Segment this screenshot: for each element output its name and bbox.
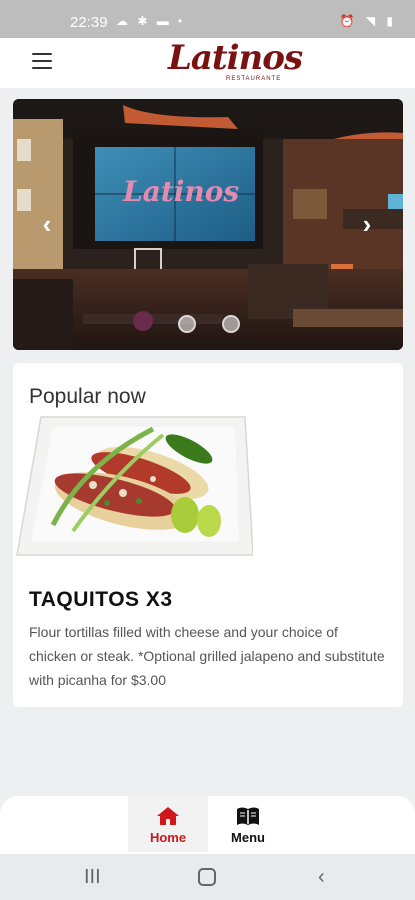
screen-logo-text: Latinos <box>122 175 239 208</box>
status-time: 22:39 <box>70 14 108 31</box>
restaurant-interior-image: Latinos <box>13 99 403 350</box>
item-description: Flour tortillas filled with cheese and y… <box>29 624 385 688</box>
carousel-dot[interactable] <box>222 315 240 333</box>
popular-heading: Popular now <box>29 385 146 408</box>
carousel-dot[interactable] <box>178 315 196 333</box>
taquitos-image <box>16 416 253 556</box>
carousel-prev-arrow-icon[interactable]: ‹ <box>33 207 61 241</box>
app-header: Latinos RESTAURANTE <box>0 38 415 88</box>
menu-book-icon <box>237 807 259 825</box>
popular-card[interactable]: Popular now TAQUITOS X3 Flour tortillas … <box>13 363 403 707</box>
nav-menu-label: Menu <box>231 830 265 845</box>
home-icon <box>157 807 179 825</box>
bottom-navigation: Home Menu <box>0 796 415 854</box>
back-button-icon[interactable]: ‹ <box>318 866 325 889</box>
notification-icons: ☁ ✱ ▬ • <box>116 14 186 28</box>
status-bar: 22:39 ☁ ✱ ▬ • ⏰ ◥ ▮ <box>0 0 415 38</box>
item-title: TAQUITOS X3 <box>29 588 173 611</box>
logo-wordmark: Latinos <box>168 38 303 78</box>
carousel-next-arrow-icon[interactable]: › <box>353 207 381 241</box>
recents-button-icon[interactable]: III <box>84 866 101 889</box>
nav-menu[interactable]: Menu <box>208 796 288 852</box>
logo-subtext: RESTAURANTE <box>226 76 282 82</box>
image-carousel[interactable]: Latinos ‹ › <box>13 99 403 350</box>
nav-home-label: Home <box>149 830 187 845</box>
nav-home[interactable]: Home <box>128 796 208 852</box>
system-navigation-bar: III ‹ <box>0 854 415 900</box>
home-button-icon[interactable] <box>198 868 216 886</box>
restaurant-logo: Latinos RESTAURANTE <box>168 38 303 84</box>
hamburger-menu-icon[interactable] <box>32 53 52 69</box>
system-status-icons: ⏰ ◥ ▮ <box>339 14 397 28</box>
